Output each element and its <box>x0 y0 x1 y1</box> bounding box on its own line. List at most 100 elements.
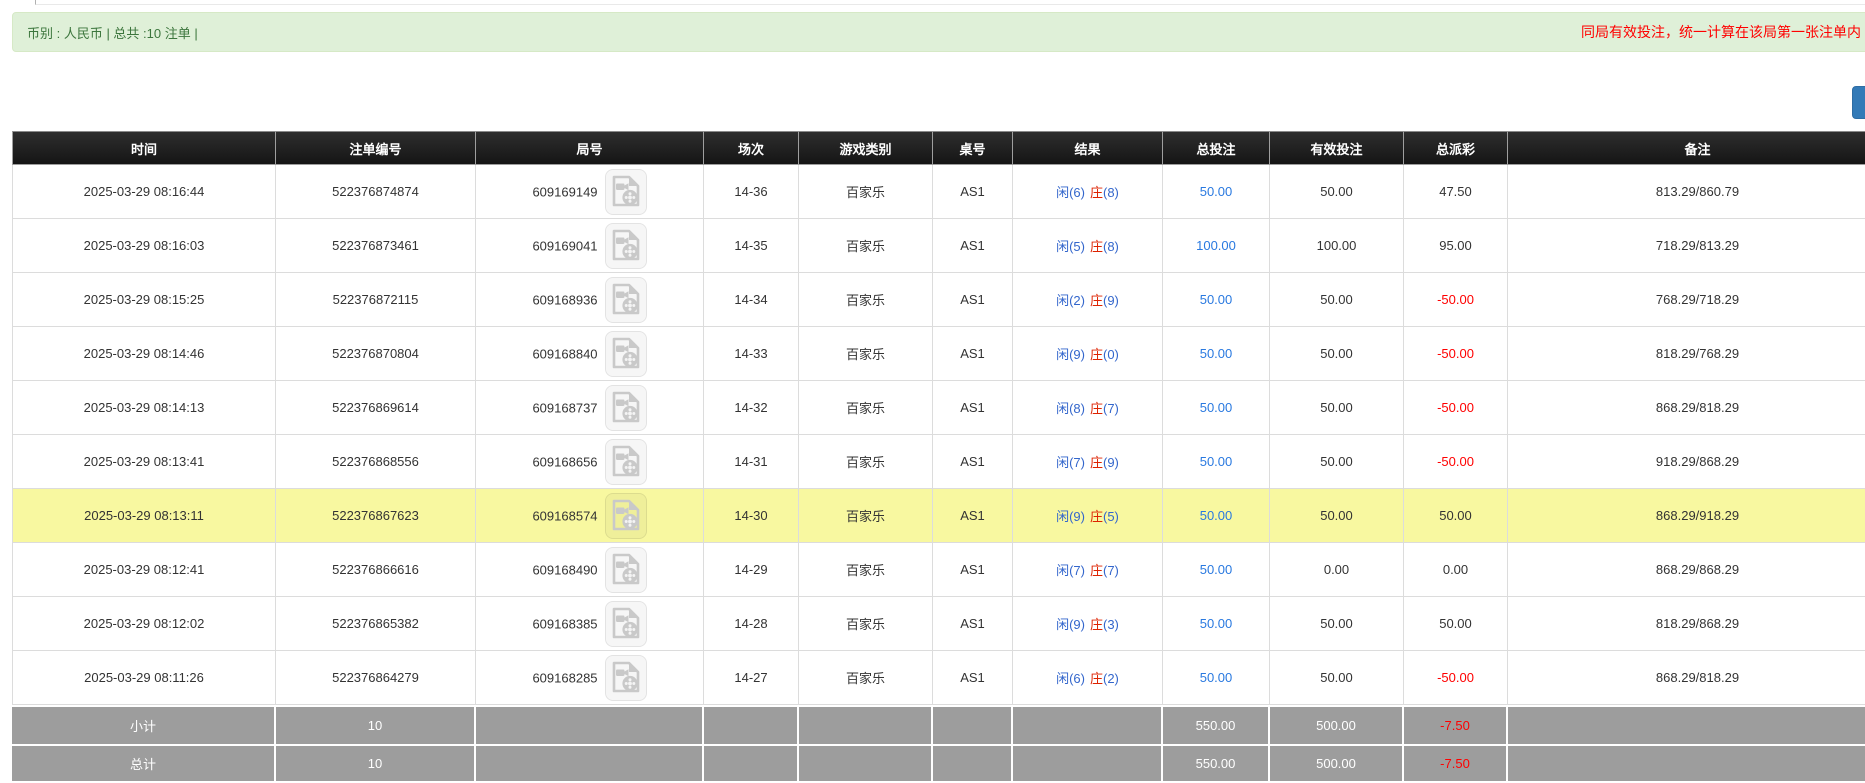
cell-round-id: 609169149 <box>476 165 704 219</box>
result-player: 闲(6) <box>1056 671 1085 686</box>
video-file-icon <box>612 661 640 693</box>
cell-total-bet: 50.00 <box>1163 165 1270 219</box>
total-empty-round <box>476 744 704 783</box>
cell-total-bet: 50.00 <box>1163 435 1270 489</box>
total-valid-bet: 500.00 <box>1270 744 1404 783</box>
result-banker: 庄 <box>1090 347 1103 362</box>
table-row: 2025-03-29 08:16:44 522376874874 6091691… <box>12 165 1865 219</box>
header-result: 结果 <box>1013 131 1163 165</box>
subtotal-empty-result <box>1013 705 1163 744</box>
video-replay-button[interactable] <box>605 655 647 701</box>
video-replay-button[interactable] <box>605 385 647 431</box>
round-id-text: 609169041 <box>532 238 597 253</box>
cell-payout: -50.00 <box>1404 381 1508 435</box>
result-player: 闲(9) <box>1056 509 1085 524</box>
video-replay-button[interactable] <box>605 547 647 593</box>
table-row: 2025-03-29 08:16:03 522376873461 6091690… <box>12 219 1865 273</box>
round-id-text: 609168385 <box>532 616 597 631</box>
result-banker: 庄 <box>1090 455 1103 470</box>
cell-time: 2025-03-29 08:13:11 <box>12 489 276 543</box>
table-row: 2025-03-29 08:13:41 522376868556 6091686… <box>12 435 1865 489</box>
video-replay-button[interactable] <box>605 331 647 377</box>
result-player: 闲(7) <box>1056 455 1085 470</box>
cell-time: 2025-03-29 08:13:41 <box>12 435 276 489</box>
total-bet-link[interactable]: 100.00 <box>1196 238 1236 253</box>
total-bet-link[interactable]: 50.00 <box>1200 508 1233 523</box>
cell-game-type: 百家乐 <box>799 381 933 435</box>
partial-action-button[interactable] <box>1852 86 1865 119</box>
cell-payout: 50.00 <box>1404 489 1508 543</box>
cell-table-no: AS1 <box>933 489 1013 543</box>
cell-session: 14-27 <box>704 651 799 705</box>
video-replay-button[interactable] <box>605 277 647 323</box>
cell-table-no: AS1 <box>933 651 1013 705</box>
result-banker: 庄 <box>1090 401 1103 416</box>
cell-game-type: 百家乐 <box>799 273 933 327</box>
cell-remark: 813.29/860.79 <box>1508 165 1865 219</box>
round-id-text: 609168840 <box>532 346 597 361</box>
cell-payout: 50.00 <box>1404 597 1508 651</box>
video-replay-button[interactable] <box>605 601 647 647</box>
result-banker: 庄 <box>1090 293 1103 308</box>
round-id-text: 609168574 <box>532 508 597 523</box>
header-table-no: 桌号 <box>933 131 1013 165</box>
video-file-icon <box>612 391 640 423</box>
result-player: 闲(9) <box>1056 347 1085 362</box>
subtotal-label: 小计 <box>12 705 276 744</box>
video-replay-button[interactable] <box>605 439 647 485</box>
total-bet-link[interactable]: 50.00 <box>1200 454 1233 469</box>
table-row: 2025-03-29 08:14:13 522376869614 6091687… <box>12 381 1865 435</box>
total-bet-link[interactable]: 50.00 <box>1200 346 1233 361</box>
cell-result: 闲(5)庄(8) <box>1013 219 1163 273</box>
table-footer: 小计 10 550.00 500.00 -7.50 总计 10 <box>12 705 1865 783</box>
total-bet-link[interactable]: 50.00 <box>1200 670 1233 685</box>
header-remark: 备注 <box>1508 131 1865 165</box>
cell-table-no: AS1 <box>933 273 1013 327</box>
result-banker-points: (8) <box>1103 185 1119 200</box>
cell-time: 2025-03-29 08:14:46 <box>12 327 276 381</box>
result-banker-points: (0) <box>1103 347 1119 362</box>
total-bet-link[interactable]: 50.00 <box>1200 400 1233 415</box>
cell-session: 14-33 <box>704 327 799 381</box>
result-banker: 庄 <box>1090 617 1103 632</box>
cell-total-bet: 50.00 <box>1163 651 1270 705</box>
cell-session: 14-34 <box>704 273 799 327</box>
cell-round-id: 609168490 <box>476 543 704 597</box>
cell-bet-id: 522376874874 <box>276 165 476 219</box>
cell-game-type: 百家乐 <box>799 219 933 273</box>
cell-game-type: 百家乐 <box>799 543 933 597</box>
cell-session: 14-28 <box>704 597 799 651</box>
cell-result: 闲(7)庄(7) <box>1013 543 1163 597</box>
header-bet-id: 注单编号 <box>276 131 476 165</box>
round-id-text: 609168490 <box>532 562 597 577</box>
table-row: 2025-03-29 08:13:11 522376867623 6091685… <box>12 489 1865 543</box>
cell-round-id: 609168936 <box>476 273 704 327</box>
subtotal-valid-bet: 500.00 <box>1270 705 1404 744</box>
summary-banner: 币别 : 人民币 | 总共 :10 注单 | 同局有效投注，统一计算在该局第一张… <box>12 12 1865 52</box>
total-label: 总计 <box>12 744 276 783</box>
cell-result: 闲(6)庄(2) <box>1013 651 1163 705</box>
video-replay-button[interactable] <box>605 169 647 215</box>
cell-payout: -50.00 <box>1404 327 1508 381</box>
cell-table-no: AS1 <box>933 165 1013 219</box>
cell-time: 2025-03-29 08:16:03 <box>12 219 276 273</box>
total-total-bet: 550.00 <box>1163 744 1270 783</box>
video-file-icon <box>612 553 640 585</box>
cell-round-id: 609168840 <box>476 327 704 381</box>
total-bet-link[interactable]: 50.00 <box>1200 184 1233 199</box>
bet-records-table: 时间 注单编号 局号 场次 游戏类别 桌号 结果 总投注 有效投注 总派彩 备注… <box>12 131 1865 783</box>
cell-total-bet: 50.00 <box>1163 489 1270 543</box>
cell-result: 闲(9) 庄(0) <box>1013 327 1163 381</box>
total-bet-link[interactable]: 50.00 <box>1200 292 1233 307</box>
result-banker-points: (3) <box>1103 617 1119 632</box>
result-banker-points: (2) <box>1103 671 1119 686</box>
cell-bet-id: 522376866616 <box>276 543 476 597</box>
total-bet-link[interactable]: 50.00 <box>1200 562 1233 577</box>
total-bet-link[interactable]: 50.00 <box>1200 616 1233 631</box>
video-replay-button[interactable] <box>605 493 647 539</box>
round-id-text: 609168285 <box>532 670 597 685</box>
result-player: 闲(8) <box>1056 401 1085 416</box>
cell-remark: 818.29/768.29 <box>1508 327 1865 381</box>
video-replay-button[interactable] <box>605 223 647 269</box>
table-row: 2025-03-29 08:11:26 522376864279 6091682… <box>12 651 1865 705</box>
